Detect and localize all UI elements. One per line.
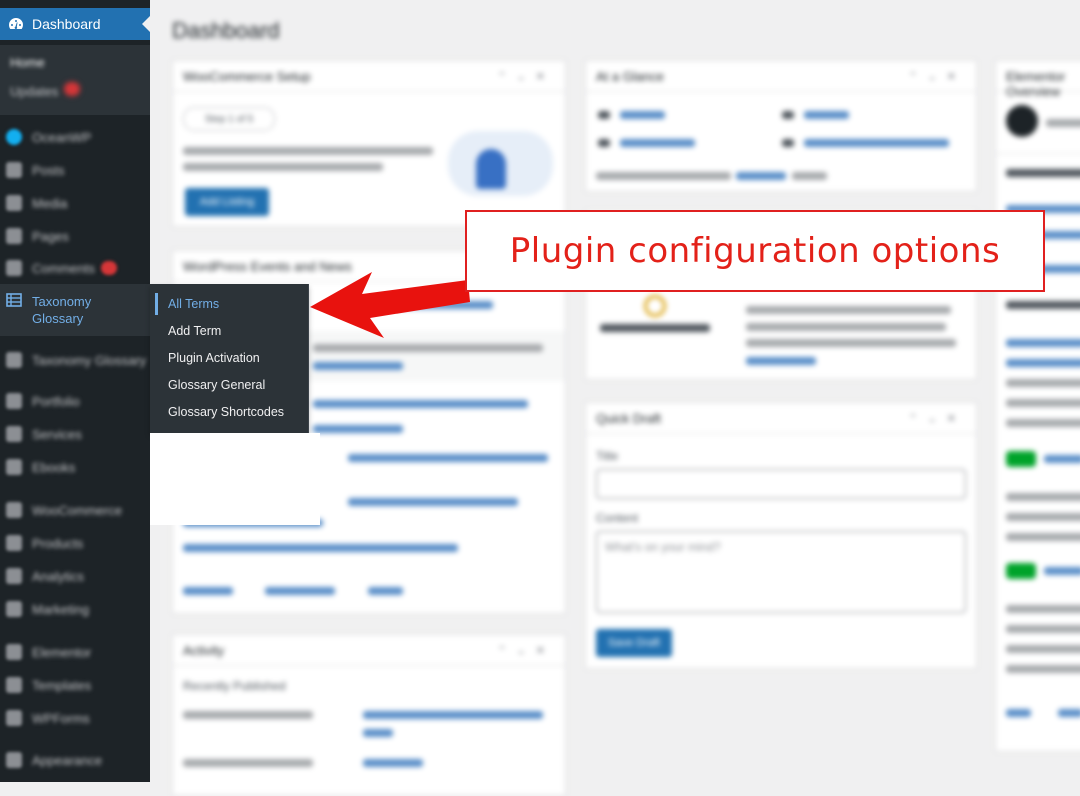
taxonomy-glossary-flyout-menu: All Terms Add Term Plugin Activation Glo… xyxy=(150,284,309,433)
page-title: Dashboard xyxy=(172,18,280,43)
sidebar-item-services[interactable]: Services xyxy=(0,420,150,448)
annotation-text: Plugin configuration options xyxy=(509,231,1001,271)
sidebar-item-portfolio[interactable]: Portfolio xyxy=(0,387,150,415)
card-title: Quick Draft xyxy=(596,411,662,426)
annotation-callout: Plugin configuration options xyxy=(465,210,1045,292)
book-icon xyxy=(6,459,22,475)
elementor-overview-card: Elementor Overview xyxy=(995,60,1080,752)
sidebar-sub-updates[interactable]: Updates xyxy=(10,82,81,99)
dashboard-submenu: Home Updates xyxy=(0,45,150,115)
card-title: Elementor Overview xyxy=(1006,69,1066,99)
sidebar-item-products[interactable]: Products xyxy=(0,529,150,557)
sidebar-item-appearance[interactable]: Appearance xyxy=(0,746,150,774)
sidebar-item-comments[interactable]: Comments xyxy=(0,254,150,282)
card-title: WooCommerce Setup xyxy=(183,69,311,84)
step-pill: Step 1 of 5 xyxy=(183,107,275,131)
brush-icon xyxy=(6,752,22,768)
title-label: Title xyxy=(596,449,619,463)
sidebar-sub-home[interactable]: Home xyxy=(10,55,45,70)
elementor-icon xyxy=(6,644,22,660)
current-item-indicator xyxy=(155,293,158,315)
pin-icon xyxy=(6,162,22,178)
sidebar-item-pages[interactable]: Pages xyxy=(0,222,150,250)
draft-content-input[interactable]: What's on your mind? xyxy=(596,531,966,613)
menu-item-add-term[interactable]: Add Term xyxy=(168,324,221,338)
elementor-logo-icon xyxy=(1006,105,1038,137)
sidebar-item-elementor[interactable]: Elementor xyxy=(0,638,150,666)
red-arrow-icon xyxy=(310,272,470,338)
card-controls[interactable]: ⌃⌄✕ xyxy=(908,70,966,83)
new-badge-2 xyxy=(1006,563,1036,579)
quick-draft-card: Quick Draft ⌃⌄✕ Title Content What's on y… xyxy=(585,402,977,669)
megaphone-icon xyxy=(6,601,22,617)
analytics-icon xyxy=(6,568,22,584)
save-draft-button[interactable]: Save Draft xyxy=(596,629,672,657)
activity-card: Activity ⌃⌄✕ Recently Published xyxy=(172,634,566,796)
dashboard-icon xyxy=(8,16,24,32)
sidebar-item-wpforms[interactable]: WPForms xyxy=(0,704,150,732)
add-listing-button[interactable]: Add Listing xyxy=(185,188,269,216)
sidebar-item-label: Dashboard xyxy=(32,16,101,32)
media-icon xyxy=(6,195,22,211)
menu-item-all-terms[interactable]: All Terms xyxy=(168,297,219,311)
card-controls[interactable]: ⌃⌄✕ xyxy=(908,412,966,425)
woocommerce-icon xyxy=(6,502,22,518)
draft-content-placeholder: What's on your mind? xyxy=(605,540,721,554)
templates-icon xyxy=(6,677,22,693)
updates-badge xyxy=(64,82,81,96)
card-title: At a Glance xyxy=(596,69,664,84)
sidebar-item-templates[interactable]: Templates xyxy=(0,671,150,699)
draft-title-input[interactable] xyxy=(596,469,966,499)
card-controls[interactable]: ⌃⌄✕ xyxy=(497,70,555,83)
activity-subtitle: Recently Published xyxy=(183,679,286,693)
sidebar-item-oceanwp[interactable]: OceanWP xyxy=(0,123,150,151)
content-label: Content xyxy=(596,511,639,525)
sidebar-item-taxonomy-glossary-2[interactable]: Taxonomy Glossary xyxy=(0,340,150,380)
new-badge xyxy=(1006,451,1036,467)
sidebar-item-posts[interactable]: Posts xyxy=(0,156,150,184)
forms-icon xyxy=(6,710,22,726)
at-a-glance-card: At a Glance ⌃⌄✕ xyxy=(585,60,977,192)
setup-illustration-figure xyxy=(476,149,506,189)
sidebar-item-woocommerce[interactable]: WooCommerce xyxy=(0,496,150,524)
menu-item-plugin-activation[interactable]: Plugin Activation xyxy=(168,351,260,365)
card-title: Activity xyxy=(183,643,225,658)
products-icon xyxy=(6,535,22,551)
portfolio-icon xyxy=(6,393,22,409)
sidebar-item-dashboard[interactable]: Dashboard xyxy=(0,8,150,40)
flyout-shadow-area xyxy=(150,433,320,525)
comments-badge xyxy=(100,261,117,275)
sidebar-item-analytics[interactable]: Analytics xyxy=(0,562,150,590)
menu-item-glossary-general[interactable]: Glossary General xyxy=(168,378,265,392)
list-table-icon xyxy=(6,292,22,308)
services-icon xyxy=(6,426,22,442)
card-controls[interactable]: ⌃⌄✕ xyxy=(497,644,555,657)
admin-sidebar: Dashboard Home Updates OceanWP Posts Med… xyxy=(0,0,150,782)
pages-icon xyxy=(6,228,22,244)
sidebar-item-media[interactable]: Media xyxy=(0,189,150,217)
oceanwp-icon xyxy=(6,129,22,145)
sidebar-item-marketing[interactable]: Marketing xyxy=(0,595,150,623)
list-icon xyxy=(6,352,22,368)
comments-icon xyxy=(6,260,22,276)
sidebar-item-taxonomy-glossary[interactable]: Taxonomy Glossary xyxy=(0,284,150,336)
sidebar-item-ebooks[interactable]: Ebooks xyxy=(0,453,150,481)
sidebar-item-label: Taxonomy Glossary xyxy=(32,294,92,326)
menu-item-glossary-shortcodes[interactable]: Glossary Shortcodes xyxy=(168,405,284,419)
woocommerce-setup-card: WooCommerce Setup ⌃⌄✕ Step 1 of 5 Add Lis… xyxy=(172,60,566,227)
